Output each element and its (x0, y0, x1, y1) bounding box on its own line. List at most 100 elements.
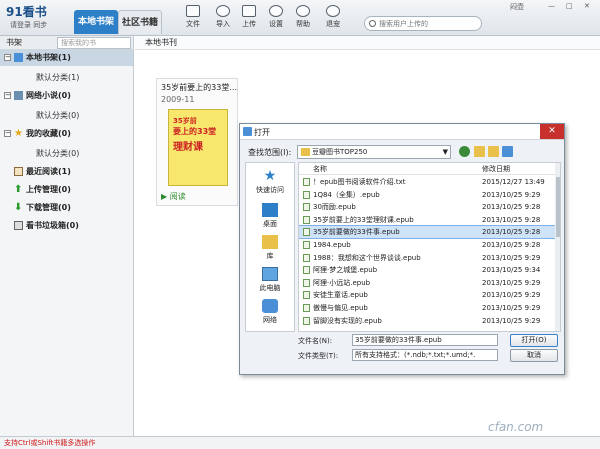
window-controls-label[interactable]: 闷壶 (510, 2, 524, 12)
file-name: 35岁前要上的33堂理财课.epub (313, 215, 414, 224)
content-heading: 本地书刊 (135, 36, 600, 50)
epub-file-icon (303, 178, 310, 186)
file-row[interactable]: ！epub图书阅读软件介绍.txt 2015/12/27 13:49 (299, 176, 555, 188)
file-menu-button[interactable]: 文件 (182, 5, 204, 29)
epub-file-icon (303, 278, 310, 287)
login-link[interactable]: 请登录 (10, 21, 31, 29)
places-bar: ★ 快速访问 桌面 库 此电脑 网络 (245, 162, 295, 332)
filetype-label: 文件类型(T): (298, 352, 339, 360)
sidebar-search-input[interactable]: 搜索我的书 (57, 37, 131, 49)
online-search-input[interactable] (379, 18, 479, 29)
back-icon[interactable] (459, 146, 470, 157)
book-cover[interactable]: 35岁前 要上的33堂 理财课 (168, 109, 228, 186)
sidebar-header: 书架 搜索我的书 (0, 36, 133, 50)
place-desktop[interactable]: 桌面 (246, 203, 294, 229)
file-row[interactable]: 1Q84（全集）.epub 2013/10/25 9:29 (299, 189, 555, 201)
minimize-button[interactable]: — (548, 2, 555, 10)
filename-input[interactable]: 35岁前要做的33件事.epub (352, 334, 498, 346)
file-row[interactable]: 1988：我想和这个世界谈谈.epub 2013/10/25 9:29 (299, 252, 555, 264)
place-network[interactable]: 网络 (246, 299, 294, 325)
file-name: 1Q84（全集）.epub (313, 190, 380, 199)
file-list-scrollbar[interactable] (555, 163, 560, 331)
sidebar-item-downloads[interactable]: ⬇ 下载管理(0) (0, 200, 133, 216)
book-icon (14, 91, 23, 100)
gear-icon (269, 5, 283, 17)
sync-link[interactable]: 同步 (33, 21, 47, 29)
network-icon (262, 299, 278, 313)
collapse-icon[interactable]: − (4, 130, 11, 137)
upload-button[interactable]: 上传 (238, 5, 260, 29)
file-date: 2013/10/25 9:29 (482, 190, 541, 199)
filename-label: 文件名(N): (298, 337, 333, 345)
online-search[interactable] (364, 16, 482, 31)
dialog-title: 打开 (254, 128, 270, 137)
tab-community-books[interactable]: 社区书籍 (118, 10, 162, 34)
book-card[interactable]: 35岁前要上的33堂... 2009-11 35岁前 要上的33堂 理财课 ▶ … (156, 78, 238, 206)
up-arrow-icon: ⬆ (14, 184, 23, 195)
file-row[interactable]: 留脚没有实现的.epub 2013/10/25 9:29 (299, 315, 555, 327)
book-date: 2009-11 (161, 95, 195, 104)
view-menu-icon[interactable] (502, 146, 513, 157)
sidebar-item-web-novels[interactable]: − 网络小说(0) (0, 88, 133, 104)
up-folder-icon[interactable] (474, 146, 485, 157)
read-button[interactable]: ▶ 阅读 (161, 191, 186, 202)
column-name[interactable]: 名称 (313, 164, 327, 174)
desktop-icon (262, 203, 278, 217)
epub-file-icon (303, 291, 310, 300)
place-this-pc[interactable]: 此电脑 (246, 267, 294, 293)
sidebar-sub-default-local[interactable]: 默认分类(1) (36, 72, 79, 83)
filetype-dropdown[interactable]: 所有支持格式：(*.ndb;*.txt;*.umd;*. (352, 349, 498, 361)
close-app-button[interactable]: ✕ (584, 2, 590, 10)
dialog-close-button[interactable]: ✕ (540, 124, 564, 139)
exit-button[interactable]: 退宠 (322, 5, 344, 29)
file-row[interactable]: 1984.epub 2013/10/25 9:28 (299, 239, 555, 251)
sidebar-sub-default-web[interactable]: 默认分类(0) (36, 110, 79, 121)
place-libraries[interactable]: 库 (246, 235, 294, 261)
file-row[interactable]: 阿狸·小远站.epub 2013/10/25 9:29 (299, 277, 555, 289)
sidebar-sub-default-favorites[interactable]: 默认分类(0) (36, 148, 79, 159)
scroll-thumb[interactable] (556, 177, 560, 237)
open-button[interactable]: 打开(O) (510, 334, 558, 347)
file-name: 阿狸·梦之城堡.epub (313, 266, 378, 275)
watermark: cfan.com (488, 420, 544, 434)
help-button[interactable]: 帮助 (292, 5, 314, 29)
login-status[interactable]: 请登录 同步 (10, 20, 47, 30)
sidebar-item-uploads[interactable]: ⬆ 上传管理(0) (0, 182, 133, 198)
star-icon: ★ (263, 168, 277, 184)
new-folder-icon[interactable] (488, 146, 499, 157)
file-date: 2013/10/25 9:28 (482, 215, 541, 224)
file-date: 2015/12/27 13:49 (482, 178, 545, 186)
import-icon (216, 5, 230, 17)
import-button[interactable]: 导入 (212, 5, 234, 29)
sidebar-item-favorites[interactable]: − ★ 我的收藏(0) (0, 126, 133, 142)
file-row[interactable]: 安徒生童话.epub 2013/10/25 9:29 (299, 289, 555, 301)
settings-button[interactable]: 设置 (265, 5, 287, 29)
file-row[interactable]: 阿狸·梦之城堡.epub 2013/10/25 9:34 (299, 264, 555, 276)
file-date: 2013/10/25 9:29 (482, 304, 541, 312)
file-date: 2013/10/25 9:29 (482, 291, 541, 300)
sidebar-item-recent[interactable]: 最近阅读(1) (0, 164, 133, 180)
trash-icon (14, 221, 23, 230)
app-icon (243, 127, 252, 136)
app-header: 91看书 请登录 同步 本地书架 社区书籍 文件 导入 上传 设置 帮助 退宠 … (0, 0, 600, 36)
sidebar-item-trash[interactable]: 看书垃圾箱(0) (0, 218, 133, 234)
lookin-dropdown[interactable]: 豆瓣图书TOP250 ▼ (297, 145, 451, 159)
cancel-button[interactable]: 取消 (510, 349, 558, 362)
file-row[interactable]: 傲慢与偏见.epub 2013/10/25 9:29 (299, 302, 555, 314)
collapse-icon[interactable]: − (4, 92, 11, 99)
recent-book-icon (14, 167, 23, 176)
epub-file-icon (303, 190, 310, 199)
search-icon (369, 20, 376, 27)
file-row[interactable]: 35岁前要做的33件事.epub 2013/10/25 9:28 (299, 225, 556, 240)
column-date[interactable]: 修改日期 (482, 164, 510, 174)
chevron-down-icon: ▼ (442, 148, 448, 156)
maximize-button[interactable]: □ (566, 2, 573, 10)
place-quick-access[interactable]: ★ 快速访问 (246, 169, 294, 195)
file-date: 2013/10/25 9:29 (482, 253, 541, 262)
sidebar-item-local-bookshelf[interactable]: − 本地书架(1) (0, 50, 133, 66)
file-row[interactable]: 35岁前要上的33堂理财课.epub 2013/10/25 9:28 (299, 214, 555, 226)
file-row[interactable]: 30而励.epub 2013/10/25 9:28 (299, 201, 555, 213)
collapse-icon[interactable]: − (4, 54, 11, 61)
tab-local-bookshelf[interactable]: 本地书架 (74, 10, 118, 34)
file-list[interactable]: 名称 修改日期 ！epub图书阅读软件介绍.txt 2015/12/27 13:4… (298, 162, 561, 332)
